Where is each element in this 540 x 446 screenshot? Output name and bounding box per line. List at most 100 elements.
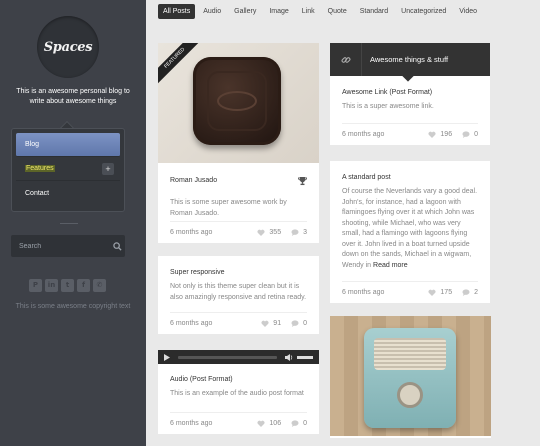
filter-all-posts[interactable]: All Posts — [158, 4, 196, 19]
comment-count: 0 — [303, 320, 307, 327]
like-counter[interactable]: 175 — [428, 289, 452, 296]
post-meta: 6 months ago 196 0 — [342, 123, 478, 145]
post-meta: 6 months ago 175 2 — [342, 281, 478, 303]
site-logo[interactable]: Spaces — [37, 16, 99, 78]
menu-item-features[interactable]: Features + — [16, 157, 120, 181]
post-excerpt: Of course the Neverlands vary a good dea… — [342, 187, 478, 271]
comment-counter[interactable]: 3 — [291, 229, 307, 236]
post-excerpt: This is a super awesome link. — [342, 103, 434, 110]
radio-dial — [397, 382, 423, 408]
post-meta: 6 months ago 106 0 — [170, 412, 307, 434]
comment-count: 3 — [303, 229, 307, 236]
like-count: 175 — [440, 289, 453, 296]
main-menu: Blog Features + Contact — [11, 128, 125, 212]
search-input[interactable] — [11, 235, 110, 257]
comment-icon — [462, 289, 470, 296]
comment-counter[interactable]: 0 — [291, 420, 307, 427]
like-counter[interactable]: 106 — [257, 420, 281, 427]
post-date: 6 months ago — [342, 289, 385, 296]
like-counter[interactable]: 196 — [428, 131, 452, 138]
like-count: 196 — [440, 131, 453, 138]
post-excerpt: Not only is this theme super clean but i… — [170, 283, 307, 301]
post-card-roman-jusado: FEATURED Roman Jusado This is some super… — [158, 43, 319, 243]
like-count: 91 — [273, 320, 282, 327]
linkedin-icon[interactable]: in — [45, 279, 58, 292]
comment-icon — [462, 131, 470, 138]
heart-icon — [261, 320, 269, 327]
post-title[interactable]: Roman Jusado — [170, 176, 217, 189]
filter-link[interactable]: Link — [297, 4, 320, 19]
search-icon[interactable] — [110, 235, 125, 257]
post-card-super-responsive: Super responsive Not only is this theme … — [158, 256, 319, 334]
post-excerpt: This is an example of the audio post for… — [170, 390, 304, 397]
sidebar: Spaces This is an awesome personal blog … — [0, 0, 146, 446]
search-box — [11, 235, 125, 257]
post-featured-image[interactable] — [330, 316, 491, 436]
radio-grille — [374, 338, 446, 370]
like-count: 355 — [269, 229, 282, 236]
post-excerpt: This is some super awesome work by Roman… — [170, 199, 287, 217]
post-title[interactable]: A standard post — [342, 173, 478, 182]
post-title[interactable]: Audio (Post Format) — [170, 375, 307, 384]
post-card-audio: Audio (Post Format) This is an example o… — [158, 350, 319, 434]
comment-counter[interactable]: 2 — [462, 289, 478, 296]
heart-icon — [428, 131, 436, 138]
copyright-text: This is some awesome copyright text — [15, 303, 131, 310]
site-tagline: This is an awesome personal blog to writ… — [16, 88, 130, 105]
vintage-radio-image — [364, 328, 456, 428]
facebook-icon[interactable]: f — [77, 279, 90, 292]
sidebar-divider — [60, 223, 78, 224]
post-meta: 6 months ago 91 0 — [170, 312, 307, 334]
volume-slider[interactable] — [297, 355, 313, 359]
comment-counter[interactable]: 0 — [291, 320, 307, 327]
post-card-standard: A standard post Of course the Neverlands… — [330, 161, 490, 303]
filter-audio[interactable]: Audio — [198, 4, 226, 19]
filter-quote[interactable]: Quote — [323, 4, 352, 19]
link-header-text: Awesome things & stuff — [370, 55, 449, 64]
play-icon[interactable] — [164, 348, 170, 366]
post-excerpt-text: Of course the Neverlands vary a good dea… — [342, 188, 478, 269]
audio-player — [158, 350, 319, 364]
heart-icon — [257, 420, 265, 427]
expand-plus-icon[interactable]: + — [102, 163, 114, 175]
post-card-image — [330, 316, 491, 438]
filter-image[interactable]: Image — [264, 4, 293, 19]
menu-item-label: Blog — [25, 141, 40, 148]
filter-standard[interactable]: Standard — [355, 4, 393, 19]
post-title[interactable]: Awesome Link (Post Format) — [342, 88, 478, 97]
post-meta: 6 months ago 355 3 — [170, 221, 307, 243]
comment-count: 0 — [303, 420, 307, 427]
post-featured-image[interactable]: FEATURED — [158, 43, 319, 163]
menu-item-contact[interactable]: Contact — [16, 181, 120, 205]
logo-text: Spaces — [43, 39, 93, 55]
like-counter[interactable]: 355 — [257, 229, 281, 236]
menu-item-label: Contact — [25, 189, 50, 197]
heart-icon — [257, 229, 265, 236]
comment-icon — [291, 420, 299, 427]
comment-icon — [291, 320, 299, 327]
category-filter-bar: All Posts Audio Gallery Image Link Quote… — [158, 4, 485, 19]
post-title[interactable]: Super responsive — [170, 268, 307, 277]
post-date: 6 months ago — [170, 420, 213, 427]
like-count: 106 — [269, 420, 282, 427]
filter-video[interactable]: Video — [454, 4, 482, 19]
audio-progress-bar[interactable] — [178, 355, 277, 359]
skype-icon[interactable]: ✆ — [93, 279, 106, 292]
volume-icon[interactable] — [285, 348, 293, 366]
post-card-link: Awesome things & stuff Awesome Link (Pos… — [330, 43, 490, 145]
post-date: 6 months ago — [342, 131, 385, 138]
comment-count: 2 — [474, 289, 478, 296]
comment-counter[interactable]: 0 — [462, 131, 478, 138]
filter-gallery[interactable]: Gallery — [229, 4, 261, 19]
cookie-emboss — [217, 91, 257, 111]
heart-icon — [428, 289, 436, 296]
cookie-app-icon-image — [193, 57, 281, 145]
filter-uncategorized[interactable]: Uncategorized — [396, 4, 451, 19]
read-more-link[interactable]: Read more — [373, 262, 408, 269]
menu-item-blog[interactable]: Blog — [16, 133, 120, 157]
link-header[interactable]: Awesome things & stuff — [330, 43, 490, 76]
comment-icon — [291, 229, 299, 236]
like-counter[interactable]: 91 — [261, 320, 281, 327]
twitter-icon[interactable]: t — [61, 279, 74, 292]
pinterest-icon[interactable]: P — [29, 279, 42, 292]
